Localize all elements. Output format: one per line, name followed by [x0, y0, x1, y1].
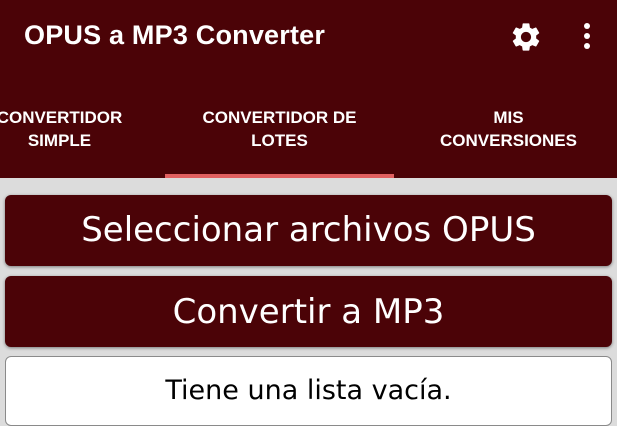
- tab-mis-conversiones[interactable]: MIS CONVERSIONES: [394, 106, 617, 166]
- tab-convertidor-de-lotes[interactable]: CONVERTIDOR DE LOTES: [165, 106, 394, 166]
- tab-label-line2: CONVERSIONES: [440, 131, 577, 150]
- empty-list-message: Tiene una lista vacía.: [165, 375, 452, 406]
- app-bar: OPUS a MP3 Converter CONVERTIDOR SIMPLE …: [0, 0, 617, 178]
- tab-label-line2: SIMPLE: [27, 131, 92, 150]
- app-title: OPUS a MP3 Converter: [24, 20, 326, 50]
- selected-tab-indicator: [165, 174, 394, 178]
- more-vert-icon[interactable]: [576, 20, 598, 54]
- select-opus-files-button[interactable]: Seleccionar archivos OPUS: [5, 195, 612, 266]
- tab-label-line1: CONVERTIDOR DE: [202, 108, 357, 127]
- tab-label-line1: MIS: [493, 108, 524, 127]
- tab-convertidor-simple[interactable]: CONVERTIDOR SIMPLE: [0, 106, 142, 166]
- convert-to-mp3-button[interactable]: Convertir a MP3: [5, 276, 612, 347]
- gear-icon[interactable]: [509, 20, 543, 54]
- tab-label-line2: LOTES: [251, 131, 308, 150]
- file-list-empty-card: Tiene una lista vacía.: [5, 356, 612, 426]
- tab-label-line1: CONVERTIDOR: [0, 108, 123, 127]
